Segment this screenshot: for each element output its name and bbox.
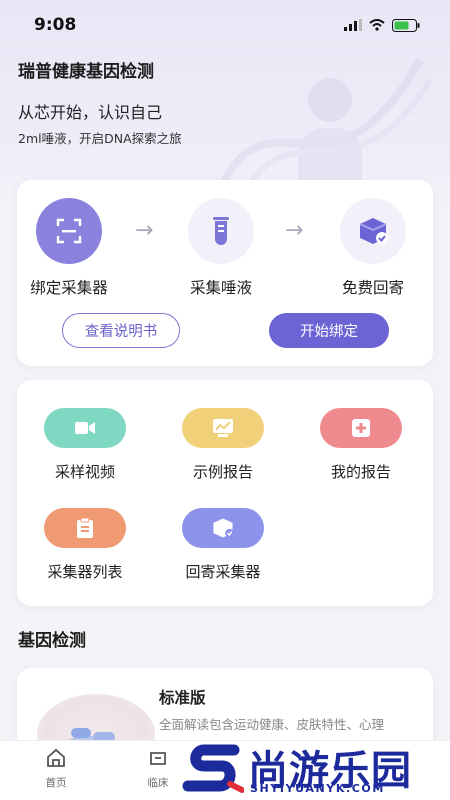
tile-collector-list[interactable]: 采集器列表 bbox=[30, 508, 140, 582]
product-name: 标准版 bbox=[159, 689, 206, 707]
watermark-url: SHYIYUANYK.COM bbox=[250, 782, 385, 795]
step-free-return[interactable]: 免费回寄 bbox=[318, 198, 428, 298]
tile-label: 示例报告 bbox=[192, 463, 253, 481]
start-binding-button[interactable]: 开始绑定 bbox=[269, 313, 389, 348]
test-tube-icon bbox=[188, 198, 254, 264]
step-label: 免费回寄 bbox=[341, 279, 404, 297]
wifi-icon bbox=[369, 19, 385, 31]
tab-label: 首页 bbox=[45, 777, 67, 789]
status-time: 9:08 bbox=[34, 15, 77, 35]
view-manual-button[interactable]: 查看说明书 bbox=[62, 313, 180, 348]
tile-label: 采样视频 bbox=[54, 463, 115, 481]
subline: 2ml唾液，开启DNA探索之旅 bbox=[18, 131, 182, 146]
product-description: 全面解读包含运动健康、皮肤特性、心理 bbox=[159, 717, 385, 732]
step-bind-collector[interactable]: 绑定采集器 bbox=[14, 198, 124, 298]
watermark-logo-icon bbox=[182, 744, 244, 793]
function-grid-card: 采样视频 示例报告 我的报告 采集器列表 回寄采集器 bbox=[17, 380, 433, 606]
tile-sample-report[interactable]: 示例报告 bbox=[168, 408, 278, 482]
clinic-icon bbox=[150, 752, 166, 765]
step-label: 采集唾液 bbox=[189, 279, 252, 297]
chart-icon bbox=[182, 408, 264, 448]
medical-plus-icon bbox=[320, 408, 402, 448]
tile-label: 回寄采集器 bbox=[185, 563, 261, 581]
tile-label: 采集器列表 bbox=[47, 563, 123, 581]
box-check-icon bbox=[340, 198, 406, 264]
arrow-right-icon: → bbox=[285, 218, 304, 243]
binding-steps-card: 绑定采集器 → 采集唾液 → 免费回寄 查看说明书 开始绑定 bbox=[17, 180, 433, 366]
clipboard-icon bbox=[44, 508, 126, 548]
signal-icon bbox=[344, 19, 362, 31]
scan-icon bbox=[36, 198, 102, 264]
battery-icon bbox=[392, 18, 420, 32]
status-icons bbox=[344, 18, 420, 32]
step-label: 绑定采集器 bbox=[30, 279, 108, 297]
status-bar: 9:08 bbox=[0, 0, 450, 50]
tile-label: 我的报告 bbox=[330, 463, 391, 481]
tab-home[interactable]: 首页 bbox=[26, 747, 86, 790]
section-title: 基因检测 bbox=[18, 631, 86, 651]
box-check-icon bbox=[182, 508, 264, 548]
step-collect-saliva[interactable]: 采集唾液 bbox=[166, 198, 276, 298]
video-icon bbox=[44, 408, 126, 448]
tile-sampling-video[interactable]: 采样视频 bbox=[30, 408, 140, 482]
site-watermark: 尚游乐园 SHYIYUANYK.COM bbox=[178, 736, 450, 800]
tagline: 从芯开始，认识自己 bbox=[18, 103, 163, 122]
arrow-right-icon: → bbox=[135, 218, 154, 243]
home-icon bbox=[47, 748, 65, 767]
app-title: 瑞普健康基因检测 bbox=[18, 62, 154, 82]
tile-return-collector[interactable]: 回寄采集器 bbox=[168, 508, 278, 582]
tile-my-report[interactable]: 我的报告 bbox=[306, 408, 416, 482]
